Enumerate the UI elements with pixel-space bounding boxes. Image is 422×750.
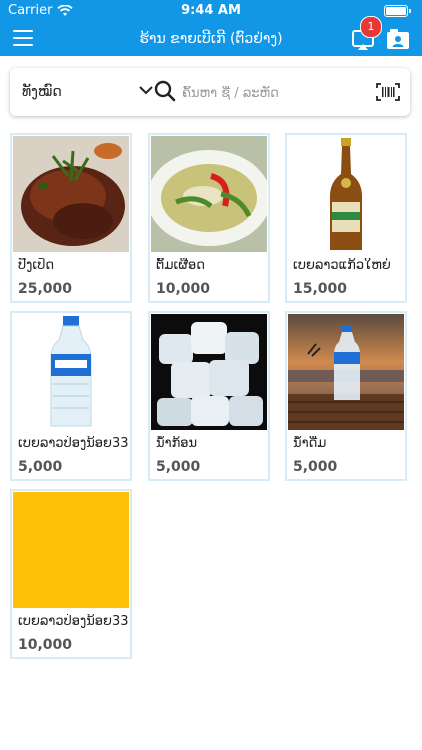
product-image-water-bottle [13, 314, 129, 430]
chevron-down-icon [139, 86, 153, 95]
product-image-water-on-table [288, 314, 404, 430]
product-name: ນ້ຳກ້ອນ [156, 436, 198, 451]
product-price: 5,000 [18, 459, 63, 475]
product-price: 5,000 [293, 459, 338, 475]
product-card[interactable]: ນ້ຳກ້ອນ 5,000 [148, 311, 270, 481]
product-price: 5,000 [156, 459, 201, 475]
product-name: ປີ້ງເປັດ [18, 258, 55, 273]
product-name: ເບຍລາວປ່ອງນ້ອຍ330 [18, 614, 128, 629]
product-image-green-curry [151, 136, 267, 252]
product-name: ເບຍລາວປ່ອງນ້ອຍ330 [18, 436, 128, 451]
product-price: 10,000 [18, 637, 73, 653]
product-card[interactable]: ເບຍລາວປ່ອງນ້ອຍ330 5,000 [10, 311, 132, 481]
product-price: 15,000 [293, 281, 348, 297]
battery-icon [384, 5, 411, 17]
product-image-placeholder [13, 492, 129, 608]
product-card[interactable]: ຕົ້ມເຜືອດ 10,000 [148, 133, 270, 303]
product-card[interactable]: ເບຍລາວປ່ອງນ້ອຍ330 10,000 [10, 489, 132, 659]
product-image-beer-bottle [288, 136, 404, 252]
product-image-ice [151, 314, 267, 430]
status-time: 9:44 AM [181, 3, 241, 18]
category-label: ທັງໝົດ [22, 84, 62, 100]
category-dropdown[interactable]: ທັງໝົດ [18, 78, 153, 106]
search-input[interactable] [180, 79, 374, 107]
product-price: 25,000 [18, 281, 73, 297]
cart-count-badge: 1 [360, 16, 382, 38]
product-card[interactable]: ນ້ຳດື່ມ 5,000 [285, 311, 407, 481]
filter-bar: ທັງໝົດ [10, 68, 410, 116]
product-card[interactable]: ເບຍລາວແກ້ວໃຫຍ່ 15,000 [285, 133, 407, 303]
nav-bar: ຮ້ານ ຂາຍເບີເກີ (ຕົວຢ່າງ) 1 [0, 16, 422, 56]
product-name: ເບຍລາວແກ້ວໃຫຍ່ [293, 258, 391, 273]
status-bar: Carrier 9:44 AM [0, 0, 422, 22]
contact-book-icon[interactable] [387, 29, 409, 49]
search-icon [154, 80, 176, 102]
barcode-scan-icon[interactable] [376, 83, 400, 101]
product-image-grilled-duck [13, 136, 129, 252]
product-price: 10,000 [156, 281, 211, 297]
product-name: ຕົ້ມເຜືອດ [156, 258, 205, 273]
product-card[interactable]: ປີ້ງເປັດ 25,000 [10, 133, 132, 303]
product-name: ນ້ຳດື່ມ [293, 436, 327, 451]
